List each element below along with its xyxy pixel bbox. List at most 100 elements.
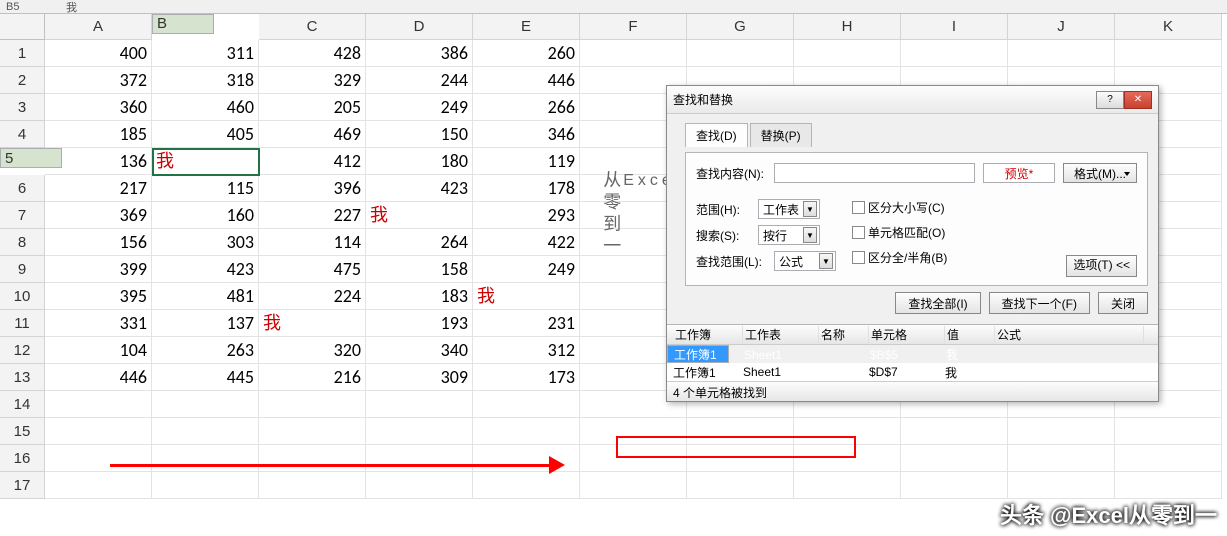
- cell[interactable]: 423: [152, 256, 259, 283]
- tab-replace[interactable]: 替换(P): [750, 123, 812, 147]
- cell[interactable]: 469: [259, 121, 366, 148]
- cell[interactable]: [794, 472, 901, 499]
- row-header[interactable]: 12: [0, 337, 45, 364]
- select-all-corner[interactable]: [0, 14, 45, 40]
- cell[interactable]: [259, 418, 366, 445]
- cell[interactable]: 318: [152, 67, 259, 94]
- cell[interactable]: 114: [259, 229, 366, 256]
- find-all-button[interactable]: 查找全部(I): [895, 292, 980, 314]
- search-select[interactable]: 按行▼: [758, 225, 820, 245]
- cell[interactable]: 266: [473, 94, 580, 121]
- row-header[interactable]: 10: [0, 283, 45, 310]
- row-header[interactable]: 11: [0, 310, 45, 337]
- match-whole-checkbox[interactable]: 单元格匹配(O): [852, 224, 947, 241]
- cell[interactable]: 158: [366, 256, 473, 283]
- cell[interactable]: 481: [152, 283, 259, 310]
- result-row[interactable]: 工作簿1Sheet1$B$5我: [667, 345, 729, 363]
- result-row[interactable]: 工作簿1Sheet1$D$7我: [667, 363, 1158, 381]
- cell[interactable]: 193: [366, 310, 473, 337]
- cell[interactable]: [45, 445, 152, 472]
- cell[interactable]: 263: [152, 337, 259, 364]
- cell[interactable]: [794, 40, 901, 67]
- cell[interactable]: 405: [152, 121, 259, 148]
- cell[interactable]: [901, 40, 1008, 67]
- row-header[interactable]: 16: [0, 445, 45, 472]
- column-header[interactable]: A: [45, 14, 152, 40]
- cell[interactable]: 386: [366, 40, 473, 67]
- cell[interactable]: 446: [473, 67, 580, 94]
- cell[interactable]: 180: [366, 148, 473, 175]
- cell[interactable]: 我: [259, 310, 366, 337]
- cell[interactable]: 104: [45, 337, 152, 364]
- dialog-titlebar[interactable]: 查找和替换 ? ✕: [667, 86, 1158, 114]
- cell[interactable]: [901, 472, 1008, 499]
- cell[interactable]: [901, 418, 1008, 445]
- formula-content[interactable]: 我: [66, 0, 77, 15]
- cell[interactable]: [473, 418, 580, 445]
- row-header[interactable]: 6: [0, 175, 45, 202]
- row-header[interactable]: 15: [0, 418, 45, 445]
- cell[interactable]: [1008, 40, 1115, 67]
- cell[interactable]: 346: [473, 121, 580, 148]
- cell[interactable]: [366, 418, 473, 445]
- cell[interactable]: [1008, 472, 1115, 499]
- cell[interactable]: 340: [366, 337, 473, 364]
- options-button[interactable]: 选项(T) <<: [1066, 255, 1137, 277]
- cell[interactable]: 423: [366, 175, 473, 202]
- cell[interactable]: [366, 391, 473, 418]
- cell[interactable]: [45, 391, 152, 418]
- column-header[interactable]: I: [901, 14, 1008, 40]
- column-header[interactable]: J: [1008, 14, 1115, 40]
- cell[interactable]: 183: [366, 283, 473, 310]
- row-header[interactable]: 9: [0, 256, 45, 283]
- cell[interactable]: 244: [366, 67, 473, 94]
- cell[interactable]: 173: [473, 364, 580, 391]
- cell[interactable]: 156: [45, 229, 152, 256]
- cell[interactable]: [580, 40, 687, 67]
- cell[interactable]: 446: [45, 364, 152, 391]
- column-header[interactable]: C: [259, 14, 366, 40]
- cell[interactable]: 我: [473, 283, 580, 310]
- cell[interactable]: [473, 391, 580, 418]
- cell[interactable]: [580, 472, 687, 499]
- cell[interactable]: [366, 472, 473, 499]
- cell[interactable]: 260: [473, 40, 580, 67]
- tab-find[interactable]: 查找(D): [685, 123, 748, 147]
- cell[interactable]: [259, 391, 366, 418]
- cell[interactable]: 309: [366, 364, 473, 391]
- cell[interactable]: 331: [45, 310, 152, 337]
- cell[interactable]: 249: [366, 94, 473, 121]
- match-case-checkbox[interactable]: 区分大小写(C): [852, 199, 947, 216]
- cell[interactable]: 293: [473, 202, 580, 229]
- cell[interactable]: 412: [259, 148, 366, 175]
- cell[interactable]: [45, 472, 152, 499]
- cell[interactable]: [1008, 418, 1115, 445]
- row-header[interactable]: 3: [0, 94, 45, 121]
- cell[interactable]: 360: [45, 94, 152, 121]
- cell[interactable]: 我: [366, 202, 473, 229]
- cell[interactable]: 137: [152, 310, 259, 337]
- column-header[interactable]: H: [794, 14, 901, 40]
- close-button[interactable]: ✕: [1124, 91, 1152, 109]
- cell[interactable]: 224: [259, 283, 366, 310]
- cell[interactable]: [259, 445, 366, 472]
- cell[interactable]: [152, 391, 259, 418]
- cell[interactable]: 115: [152, 175, 259, 202]
- cell-reference[interactable]: B5: [6, 1, 46, 13]
- cell[interactable]: [687, 472, 794, 499]
- find-content-input[interactable]: [774, 163, 975, 183]
- cell[interactable]: 150: [366, 121, 473, 148]
- row-header[interactable]: 8: [0, 229, 45, 256]
- cell[interactable]: 我: [152, 148, 259, 175]
- cell[interactable]: 395: [45, 283, 152, 310]
- cell[interactable]: [152, 472, 259, 499]
- cell[interactable]: [1115, 418, 1222, 445]
- format-button[interactable]: 格式(M)...: [1063, 163, 1137, 183]
- cell[interactable]: [1115, 445, 1222, 472]
- cell[interactable]: 312: [473, 337, 580, 364]
- cell[interactable]: [152, 418, 259, 445]
- column-header[interactable]: K: [1115, 14, 1222, 40]
- cell[interactable]: 160: [152, 202, 259, 229]
- cell[interactable]: [687, 40, 794, 67]
- cell[interactable]: 320: [259, 337, 366, 364]
